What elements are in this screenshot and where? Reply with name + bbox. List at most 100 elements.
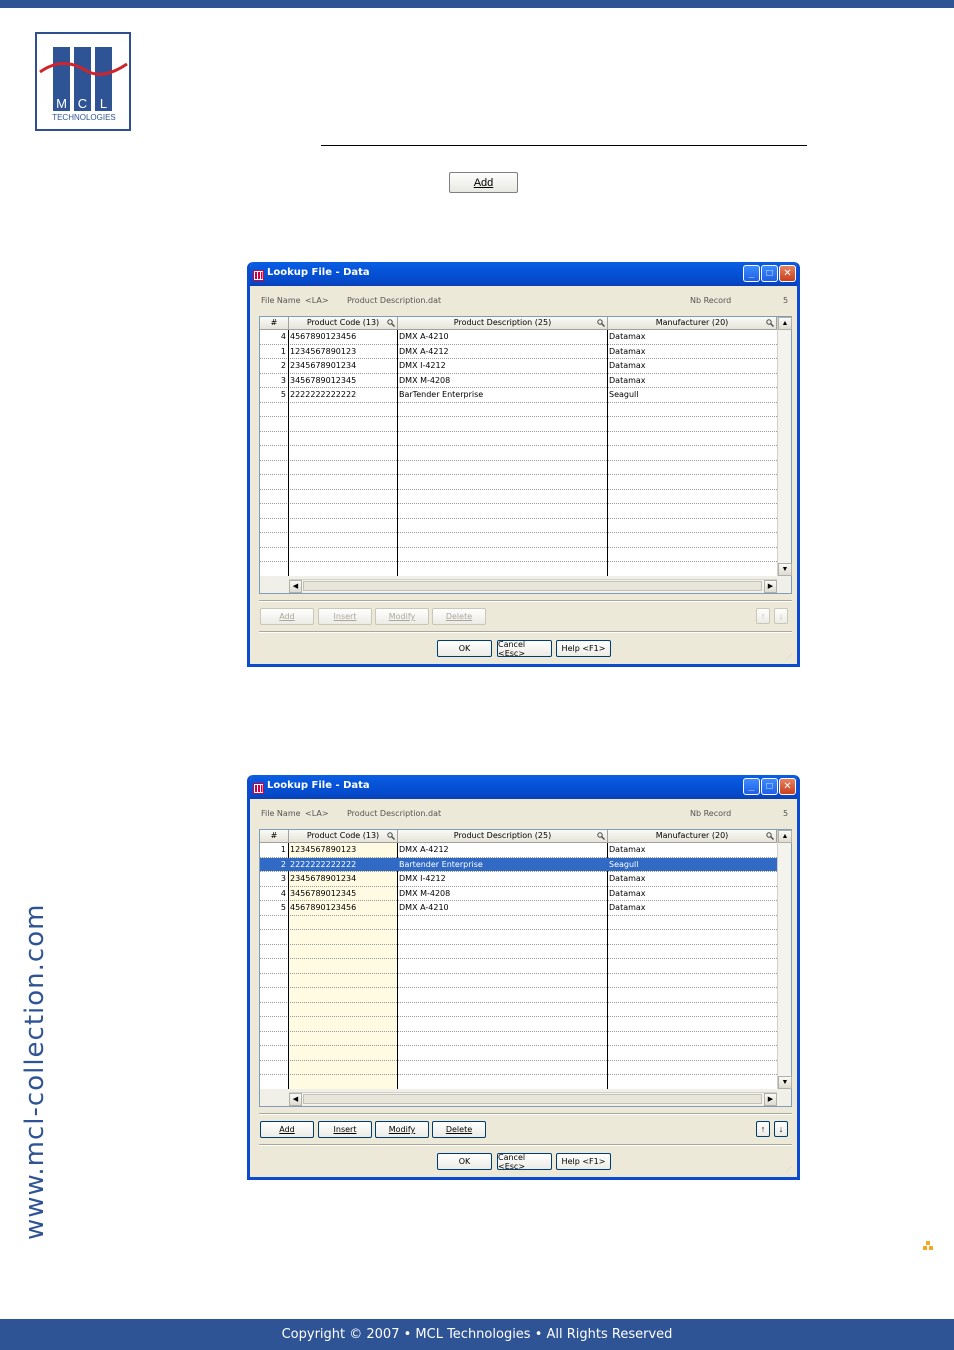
column-header[interactable]: # (260, 317, 289, 330)
table-cell[interactable]: 3456789012345 (290, 374, 395, 387)
table-cell[interactable]: Seagull (609, 858, 774, 871)
table-cell[interactable]: 4567890123456 (290, 901, 395, 914)
move-down-icon[interactable]: ↓ (774, 608, 788, 624)
cancel-button[interactable]: Cancel <Esc> (497, 640, 552, 658)
column-header[interactable]: Product Code (13) (289, 317, 398, 330)
table-cell[interactable]: Datamax (609, 872, 774, 885)
close-icon[interactable]: ✕ (779, 265, 796, 282)
horizontal-scroll-thumb[interactable] (303, 1094, 762, 1104)
move-up-icon[interactable]: ↑ (756, 1121, 770, 1137)
table-cell[interactable]: Datamax (609, 359, 774, 372)
table-cell[interactable]: DMX I-4212 (399, 872, 605, 885)
vertical-scrollbar[interactable]: ▲ ▼ (777, 317, 792, 576)
add-button[interactable]: Add (260, 1121, 314, 1138)
insert-button[interactable]: Insert (318, 1121, 372, 1138)
move-up-icon[interactable]: ↑ (756, 608, 770, 624)
table-cell[interactable]: 2345678901234 (290, 359, 395, 372)
search-icon[interactable] (766, 832, 774, 840)
table-cell[interactable]: 3456789012345 (290, 887, 395, 900)
minimize-icon[interactable]: _ (743, 265, 760, 282)
table-cell[interactable]: Datamax (609, 330, 774, 343)
table-cell[interactable]: 2222222222222 (290, 858, 395, 871)
table-cell[interactable]: BarTender Enterprise (399, 388, 605, 401)
table-cell[interactable]: Datamax (609, 887, 774, 900)
table-cell[interactable]: Datamax (609, 843, 774, 856)
table-cell[interactable]: 2345678901234 (290, 872, 395, 885)
help-button[interactable]: Help <F1> (556, 640, 611, 657)
delete-button-label: Delete (445, 612, 473, 621)
column-header-label: # (270, 831, 278, 840)
help-button[interactable]: Help <F1> (556, 1153, 611, 1170)
resize-grip-icon[interactable]: ⋰ (786, 653, 794, 661)
table-cell[interactable]: 2222222222222 (290, 388, 395, 401)
column-header[interactable]: Product Code (13) (289, 830, 398, 843)
table-cell[interactable]: 5 (260, 388, 286, 401)
table-cell[interactable]: 1234567890123 (290, 345, 395, 358)
delete-button[interactable]: Delete (432, 608, 486, 625)
search-icon[interactable] (766, 319, 774, 327)
table-cell[interactable]: 2 (260, 858, 286, 871)
doc-add-button[interactable]: Add (449, 172, 518, 193)
column-header[interactable]: Manufacturer (20) (608, 830, 777, 843)
minimize-icon[interactable]: _ (743, 778, 760, 795)
column-header[interactable]: # (260, 830, 289, 843)
horizontal-scrollbar[interactable]: ◀ ▶ (289, 579, 777, 593)
scroll-right-icon[interactable]: ▶ (764, 580, 777, 593)
table-cell[interactable]: 1 (260, 843, 286, 856)
table-cell[interactable]: DMX I-4212 (399, 359, 605, 372)
move-down-icon[interactable]: ↓ (774, 1121, 788, 1137)
scroll-right-icon[interactable]: ▶ (764, 1093, 777, 1106)
table-cell[interactable]: DMX A-4210 (399, 330, 605, 343)
table-cell[interactable]: DMX A-4210 (399, 901, 605, 914)
cancel-button[interactable]: Cancel <Esc> (497, 1153, 552, 1171)
table-cell[interactable]: 4567890123456 (290, 330, 395, 343)
table-cell[interactable]: 1 (260, 345, 286, 358)
search-icon[interactable] (597, 832, 605, 840)
vertical-scrollbar[interactable]: ▲ ▼ (777, 830, 792, 1089)
insert-button[interactable]: Insert (318, 608, 372, 625)
column-header-label: Product Code (13) (306, 318, 380, 327)
resize-grip-icon[interactable]: ⋰ (786, 1166, 794, 1174)
horizontal-scroll-thumb[interactable] (303, 581, 762, 591)
delete-button[interactable]: Delete (432, 1121, 486, 1138)
table-cell[interactable]: Datamax (609, 374, 774, 387)
column-header[interactable]: Product Description (25) (398, 317, 608, 330)
lookup-window-1: Lookup File - Data _ □ ✕ File Name <LA> Produc… (247, 262, 800, 667)
scroll-down-icon[interactable]: ▼ (778, 1076, 792, 1089)
horizontal-scrollbar[interactable]: ◀ ▶ (289, 1092, 777, 1106)
add-button[interactable]: Add (260, 608, 314, 625)
ok-button[interactable]: OK (437, 640, 492, 657)
table-cell[interactable]: 2 (260, 359, 286, 372)
search-icon[interactable] (387, 832, 395, 840)
ok-button[interactable]: OK (437, 1153, 492, 1170)
table-cell[interactable]: DMX M-4208 (399, 887, 605, 900)
scroll-left-icon[interactable]: ◀ (289, 580, 302, 593)
column-header[interactable]: Product Description (25) (398, 830, 608, 843)
search-icon[interactable] (597, 319, 605, 327)
scroll-up-icon[interactable]: ▲ (778, 317, 792, 330)
scroll-up-icon[interactable]: ▲ (778, 830, 792, 843)
table-cell[interactable]: DMX A-4212 (399, 843, 605, 856)
table-cell[interactable]: DMX A-4212 (399, 345, 605, 358)
table-cell[interactable]: 5 (260, 901, 286, 914)
table-cell[interactable]: 1234567890123 (290, 843, 395, 856)
maximize-icon[interactable]: □ (761, 265, 778, 282)
table-cell[interactable]: Seagull (609, 388, 774, 401)
close-icon[interactable]: ✕ (779, 778, 796, 795)
table-cell[interactable]: 3 (260, 374, 286, 387)
table-cell[interactable]: Datamax (609, 901, 774, 914)
table-cell[interactable]: Datamax (609, 345, 774, 358)
row-divider (260, 914, 777, 916)
table-cell[interactable]: DMX M-4208 (399, 374, 605, 387)
table-cell[interactable]: 3 (260, 872, 286, 885)
maximize-icon[interactable]: □ (761, 778, 778, 795)
table-cell[interactable]: 4 (260, 330, 286, 343)
modify-button[interactable]: Modify (375, 1121, 429, 1138)
column-header[interactable]: Manufacturer (20) (608, 317, 777, 330)
search-icon[interactable] (387, 319, 395, 327)
table-cell[interactable]: Bartender Enterprise (399, 858, 605, 871)
scroll-left-icon[interactable]: ◀ (289, 1093, 302, 1106)
scroll-down-icon[interactable]: ▼ (778, 563, 792, 576)
table-cell[interactable]: 4 (260, 887, 286, 900)
modify-button[interactable]: Modify (375, 608, 429, 625)
